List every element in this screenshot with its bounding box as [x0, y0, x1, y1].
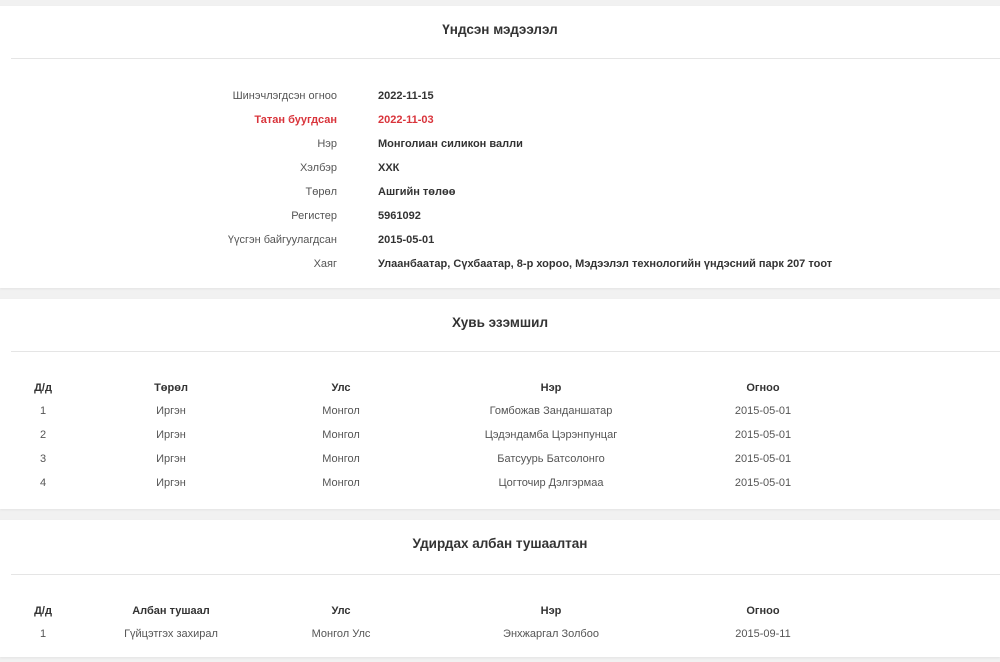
column-header: Нэр [540, 605, 562, 617]
table-cell: Иргэн [156, 477, 186, 489]
table-cell: Иргэн [156, 429, 186, 441]
info-row-name: Нэр Монголиан силикон валли [0, 136, 1000, 152]
table-row: 1 Гүйцэтгэх захирал Монгол Улс Энхжаргал… [0, 622, 1000, 646]
table-cell: 2015-05-01 [734, 429, 792, 441]
officials-title: Удирдах албан тушаалтан [412, 536, 588, 551]
table-cell: Цэдэндамба Цэрэнпунцаг [484, 429, 618, 441]
info-label: Нэр [317, 138, 337, 150]
column-header: Улс [331, 382, 351, 394]
table-cell: 1 [39, 628, 47, 640]
table-cell: Монгол [322, 453, 360, 465]
info-value: 2022-11-15 [378, 90, 434, 102]
table-cell: 2015-09-11 [735, 628, 791, 640]
info-value: 5961092 [378, 210, 421, 222]
info-row-updated-date: Шинэчлэгдсэн огноо 2022-11-15 [0, 88, 1000, 104]
divider [11, 574, 1000, 575]
info-label: Үүсгэн байгуулагдсан [227, 234, 337, 246]
table-row: 4 Иргэн Монгол Цогточир Дэлгэрмаа 2015-0… [0, 471, 1000, 495]
table-header-row: Д/д Төрөл Улс Нэр Огноо [0, 377, 1000, 399]
column-header: Төрөл [154, 382, 188, 394]
table-row: 3 Иргэн Монгол Батсуурь Батсолонго 2015-… [0, 447, 1000, 471]
column-header: Д/д [34, 605, 52, 617]
officials-card: Удирдах албан тушаалтан Д/д Албан тушаал… [0, 520, 1000, 657]
info-row-register: Регистер 5961092 [0, 208, 1000, 224]
info-row-dissolved: Татан буугдсан 2022-11-03 [0, 112, 1000, 128]
table-cell: Иргэн [156, 453, 186, 465]
column-header: Огноо [746, 382, 780, 394]
table-cell: 2 [39, 429, 47, 441]
table-cell: Монгол [322, 429, 360, 441]
ownership-title: Хувь эзэмшил [451, 315, 549, 330]
divider [11, 58, 1000, 59]
table-cell: Иргэн [156, 405, 186, 417]
info-row-founded: Үүсгэн байгуулагдсан 2015-05-01 [0, 232, 1000, 248]
table-cell: 1 [39, 405, 47, 417]
basic-info-card: Үндсэн мэдээлэл Шинэчлэгдсэн огноо 2022-… [0, 6, 1000, 288]
column-header: Улс [331, 605, 351, 617]
info-row-form: Хэлбэр ХХК [0, 160, 1000, 176]
table-cell: 2015-05-01 [734, 405, 792, 417]
table-cell: 2015-05-01 [734, 453, 792, 465]
table-cell: 4 [39, 477, 47, 489]
ownership-card: Хувь эзэмшил Д/д Төрөл Улс Нэр Огноо 1 И… [0, 299, 1000, 509]
info-label: Хэлбэр [299, 162, 337, 174]
table-row: 1 Иргэн Монгол Гомбожав Занданшатар 2015… [0, 399, 1000, 423]
info-label: Регистер [291, 210, 337, 222]
table-cell: Гомбожав Занданшатар [489, 405, 613, 417]
column-header: Огноо [746, 605, 780, 617]
info-value: Улаанбаатар, Сүхбаатар, 8-р хороо, Мэдээ… [378, 258, 833, 270]
info-value: ХХК [378, 162, 400, 174]
table-cell: Батсуурь Батсолонго [497, 453, 605, 465]
table-cell: 2015-05-01 [734, 477, 792, 489]
info-label: Төрөл [305, 186, 338, 198]
table-cell: Цогточир Дэлгэрмаа [498, 477, 604, 489]
info-value: 2015-05-01 [378, 234, 435, 246]
divider [11, 351, 1000, 352]
info-row-address: Хаяг Улаанбаатар, Сүхбаатар, 8-р хороо, … [0, 256, 1000, 272]
table-cell: 3 [39, 453, 47, 465]
info-value: Ашгийн төлөө [378, 186, 456, 198]
basic-info-title: Үндсэн мэдээлэл [442, 22, 558, 37]
table-row: 2 Иргэн Монгол Цэдэндамба Цэрэнпунцаг 20… [0, 423, 1000, 447]
table-cell: Монгол [322, 405, 360, 417]
table-header-row: Д/д Албан тушаал Улс Нэр Огноо [0, 600, 1000, 622]
info-value: 2022-11-03 [378, 114, 434, 126]
officials-table: Д/д Албан тушаал Улс Нэр Огноо 1 Гүйцэтг… [0, 600, 1000, 646]
column-header: Нэр [540, 382, 562, 394]
info-label: Хаяг [313, 258, 337, 270]
column-header: Д/д [34, 382, 52, 394]
ownership-table: Д/д Төрөл Улс Нэр Огноо 1 Иргэн Монгол Г… [0, 377, 1000, 495]
info-label: Татан буугдсан [254, 114, 337, 126]
info-label: Шинэчлэгдсэн огноо [232, 90, 337, 102]
table-cell: Монгол [322, 477, 360, 489]
info-row-type: Төрөл Ашгийн төлөө [0, 184, 1000, 200]
table-cell: Энхжаргал Золбоо [503, 628, 599, 640]
table-cell: Монгол Улс [311, 628, 371, 640]
info-value: Монголиан силикон валли [378, 138, 523, 150]
column-header: Албан тушаал [132, 605, 210, 617]
table-cell: Гүйцэтгэх захирал [124, 628, 218, 640]
